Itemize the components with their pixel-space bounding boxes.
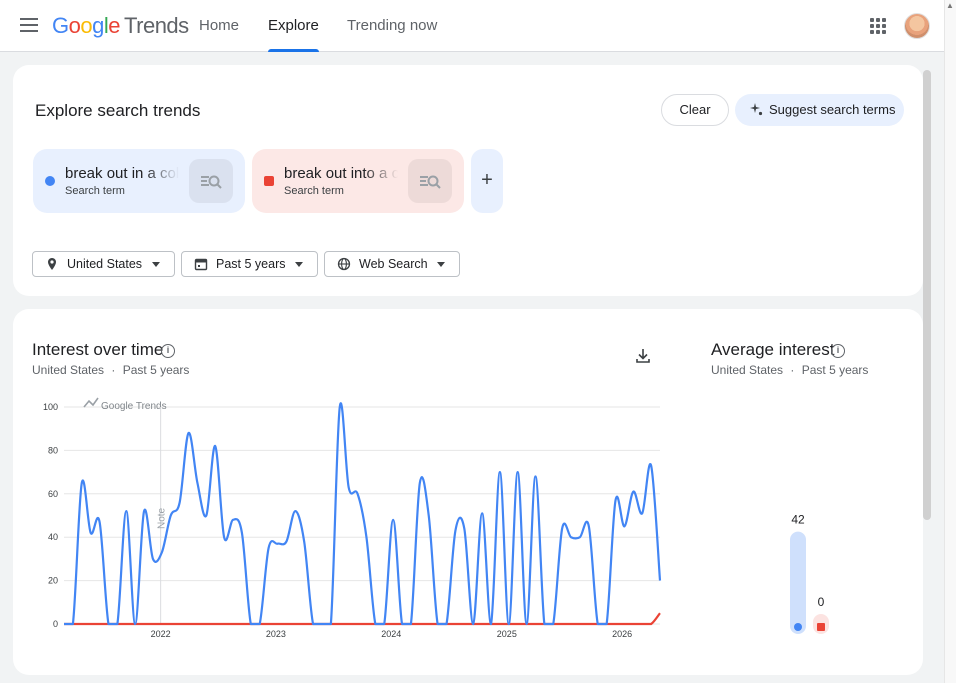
suggest-label: Suggest search terms <box>769 102 896 117</box>
google-trends-watermark: Google Trends <box>83 397 167 412</box>
x-tick-label: 2023 <box>266 629 286 639</box>
region-filter-label: United States <box>67 257 143 271</box>
x-tick-label: 2022 <box>151 629 171 639</box>
nav-trending-now[interactable]: Trending now <box>347 0 437 52</box>
add-comparison-plus-icon[interactable]: + <box>471 149 503 213</box>
nav-home[interactable]: Home <box>199 0 239 52</box>
google-trends-logo[interactable]: Google Trends <box>52 13 189 39</box>
y-tick-label: 20 <box>48 576 58 586</box>
interest-time: Past 5 years <box>122 363 190 377</box>
meta-separator: · <box>111 363 116 377</box>
average-meta: United States · Past 5 years <box>711 363 868 377</box>
average-value-label: 42 <box>791 513 805 527</box>
meta-separator: · <box>790 363 795 377</box>
info-icon[interactable]: i <box>161 344 175 358</box>
y-tick-label: 40 <box>48 532 58 542</box>
time-filter-label: Past 5 years <box>216 257 286 271</box>
average-region: United States <box>711 363 784 377</box>
search-trend-icon[interactable] <box>408 159 452 203</box>
calendar-icon <box>194 258 208 271</box>
y-tick-label: 100 <box>43 402 58 412</box>
sparkle-icon <box>750 103 763 116</box>
logo-google-wordmark: Google <box>52 13 121 38</box>
series-marker-1 <box>794 623 802 631</box>
menu-icon[interactable] <box>16 14 42 38</box>
x-tick-label: 2024 <box>381 629 401 639</box>
search-term-name[interactable]: break out into a co <box>284 165 398 182</box>
scroll-up-arrow-icon[interactable]: ▲ <box>945 2 955 10</box>
scrollbar-thumb[interactable] <box>923 70 931 520</box>
location-pin-icon <box>48 258 56 270</box>
series-line-1[interactable] <box>63 402 662 626</box>
chevron-down-icon <box>295 262 303 267</box>
interest-meta: United States · Past 5 years <box>32 363 189 377</box>
region-filter-dropdown[interactable]: United States <box>32 251 175 277</box>
search-term-type: Search term <box>65 185 125 197</box>
nav-explore[interactable]: Explore <box>268 0 319 52</box>
property-filter-dropdown[interactable]: Web Search <box>324 251 460 277</box>
clear-button[interactable]: Clear <box>661 94 729 126</box>
series-line-2[interactable] <box>63 612 661 626</box>
x-tick-label: 2025 <box>497 629 517 639</box>
chevron-down-icon <box>437 262 445 267</box>
globe-icon <box>337 257 351 271</box>
time-filter-dropdown[interactable]: Past 5 years <box>181 251 318 277</box>
search-term-name[interactable]: break out in a cold <box>65 165 179 182</box>
search-trend-icon[interactable] <box>189 159 233 203</box>
scrollbar-track[interactable] <box>944 0 956 683</box>
average-interest-title: Average interest <box>711 340 835 359</box>
logo-trends-text: Trends <box>124 13 189 38</box>
interest-over-time-title: Interest over time <box>32 340 164 359</box>
average-time: Past 5 years <box>801 363 869 377</box>
info-icon[interactable]: i <box>831 344 845 358</box>
y-tick-label: 0 <box>53 619 58 629</box>
chevron-down-icon <box>152 262 160 267</box>
series-color-dot <box>45 176 55 186</box>
interest-over-time-chart[interactable]: 0 20 40 60 80 100 Google Trends Note 2022 2023… <box>32 395 682 640</box>
download-icon[interactable] <box>633 346 653 366</box>
interest-region: United States <box>32 363 105 377</box>
x-tick-label: 2026 <box>612 629 632 639</box>
property-filter-label: Web Search <box>359 257 428 271</box>
y-tick-label: 80 <box>48 445 58 455</box>
apps-grid-icon[interactable] <box>870 18 886 34</box>
average-interest-chart[interactable]: 42 0 <box>773 409 853 649</box>
top-app-bar: Google Trends Home Explore Trending now <box>0 0 944 52</box>
search-term-chip-1[interactable]: break out in a cold Search term <box>33 149 245 213</box>
explore-card: Explore search trends Clear Suggest sear… <box>13 65 923 296</box>
series-color-dot <box>264 176 274 186</box>
series-marker-2 <box>817 623 825 631</box>
account-avatar[interactable] <box>904 13 930 39</box>
average-value-label: 0 <box>818 595 825 609</box>
watermark-text: Google Trends <box>101 401 167 412</box>
interest-card: Interest over time i United States · Pas… <box>13 309 923 675</box>
suggest-search-terms-button[interactable]: Suggest search terms <box>735 94 904 126</box>
y-tick-label: 60 <box>48 489 58 499</box>
search-term-type: Search term <box>284 185 344 197</box>
average-bar-1[interactable] <box>790 531 806 634</box>
note-label[interactable]: Note <box>157 507 168 529</box>
search-term-chip-2[interactable]: break out into a co Search term <box>252 149 464 213</box>
explore-title: Explore search trends <box>35 101 201 120</box>
